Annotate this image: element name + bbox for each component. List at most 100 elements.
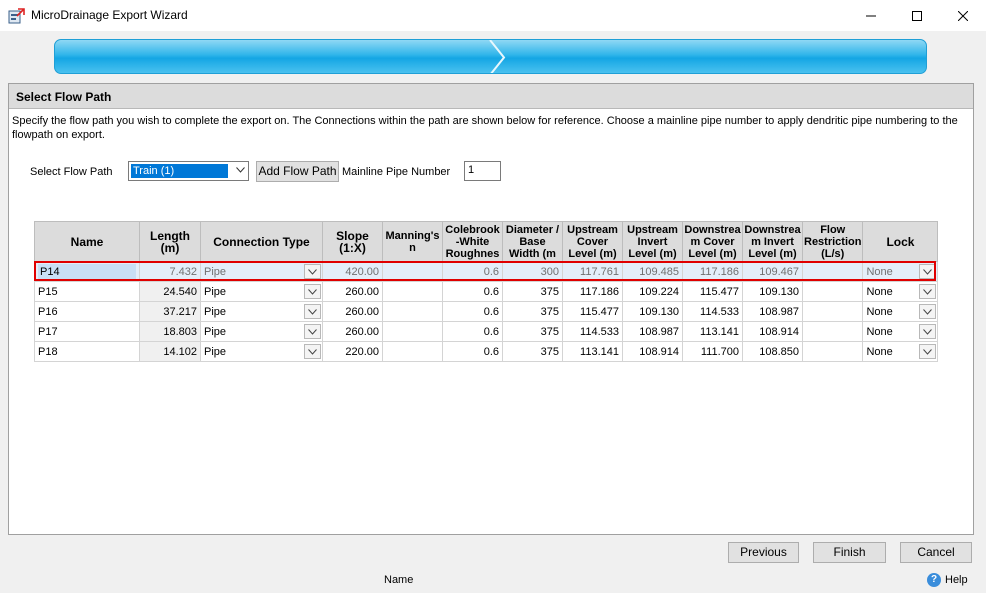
cell-colebrook[interactable]: 0.6 <box>442 301 503 322</box>
cell-name[interactable]: P16 <box>34 301 140 322</box>
chevron-down-icon <box>923 328 933 335</box>
close-button[interactable] <box>940 0 986 31</box>
cell-mannings[interactable] <box>382 281 443 302</box>
cell-connection-type[interactable]: Pipe <box>200 281 323 302</box>
cell-flow-restriction[interactable] <box>801 301 864 322</box>
minimize-button[interactable] <box>848 0 894 31</box>
cell-upstream-invert[interactable]: 108.987 <box>622 321 683 342</box>
add-flow-path-button[interactable]: Add Flow Path <box>256 161 339 182</box>
cell-upstream-cover[interactable]: 115.477 <box>562 301 623 322</box>
cell-downstream-invert[interactable]: 108.987 <box>742 301 803 322</box>
lock-dropdown[interactable] <box>919 264 937 279</box>
lock-dropdown[interactable] <box>919 304 937 319</box>
cell-connection-type[interactable]: Pipe <box>200 341 323 362</box>
cell-lock[interactable]: None <box>862 261 939 282</box>
connection-type-dropdown[interactable] <box>304 264 321 279</box>
cell-connection-type[interactable]: Pipe <box>200 321 323 342</box>
cell-slope[interactable]: 260.00 <box>322 281 383 302</box>
cell-downstream-invert[interactable]: 109.467 <box>742 261 803 282</box>
col-header-downstream-cover[interactable]: Downstrea m Cover Level (m) <box>682 221 743 262</box>
cell-flow-restriction[interactable] <box>801 341 864 362</box>
cell-upstream-cover[interactable]: 114.533 <box>562 321 623 342</box>
cell-connection-type[interactable]: Pipe <box>200 261 323 282</box>
table-row[interactable]: P16 37.217 Pipe 260.00 0.6 375 115.477 109.130 1… <box>34 301 939 322</box>
connection-type-dropdown[interactable] <box>304 324 321 339</box>
cell-name[interactable]: P17 <box>34 321 140 342</box>
col-header-name[interactable]: Name <box>34 221 140 262</box>
col-header-upstream-cover[interactable]: Upstream Cover Level (m) <box>562 221 623 262</box>
cell-colebrook[interactable]: 0.6 <box>442 261 503 282</box>
cell-connection-type[interactable]: Pipe <box>200 301 323 322</box>
help-link[interactable]: ? Help <box>927 573 968 587</box>
connection-type-dropdown[interactable] <box>304 304 321 319</box>
table-row[interactable]: P18 14.102 Pipe 220.00 0.6 375 113.141 108.914 1… <box>34 341 939 362</box>
lock-dropdown[interactable] <box>919 284 937 299</box>
cell-lock[interactable]: None <box>862 321 939 342</box>
cell-flow-restriction[interactable] <box>801 281 864 302</box>
cell-downstream-cover[interactable]: 111.700 <box>682 341 743 362</box>
cell-downstream-invert[interactable]: 109.130 <box>742 281 803 302</box>
cancel-button[interactable]: Cancel <box>900 542 972 563</box>
table-row[interactable]: P17 18.803 Pipe 260.00 0.6 375 114.533 108.987 1… <box>34 321 939 342</box>
cell-flow-restriction[interactable] <box>801 261 864 282</box>
cell-colebrook[interactable]: 0.6 <box>442 341 503 362</box>
cell-mannings[interactable] <box>382 261 443 282</box>
cell-diameter[interactable]: 300 <box>502 261 563 282</box>
cell-name[interactable]: P14 <box>34 261 140 282</box>
col-header-downstream-invert[interactable]: Downstrea m Invert Level (m) <box>742 221 803 262</box>
col-header-length[interactable]: Length (m) <box>139 221 201 262</box>
col-header-connection-type[interactable]: Connection Type <box>200 221 323 262</box>
cell-upstream-invert[interactable]: 109.485 <box>622 261 683 282</box>
cell-slope[interactable]: 260.00 <box>322 321 383 342</box>
cell-mannings[interactable] <box>382 341 443 362</box>
maximize-button[interactable] <box>894 0 940 31</box>
cell-name[interactable]: P18 <box>34 341 140 362</box>
lock-dropdown[interactable] <box>919 344 937 359</box>
table-row[interactable]: P14 7.432 Pipe 420.00 0.6 300 117.761 109.485 11… <box>34 261 939 282</box>
col-header-diameter[interactable]: Diameter / Base Width (m <box>502 221 563 262</box>
cell-upstream-cover[interactable]: 117.186 <box>562 281 623 302</box>
table-row[interactable]: P15 24.540 Pipe 260.00 0.6 375 117.186 109.224 1… <box>34 281 939 302</box>
cell-downstream-invert[interactable]: 108.850 <box>742 341 803 362</box>
cell-flow-restriction[interactable] <box>801 321 864 342</box>
cell-upstream-invert[interactable]: 108.914 <box>622 341 683 362</box>
cell-upstream-cover[interactable]: 113.141 <box>562 341 623 362</box>
cell-downstream-cover[interactable]: 115.477 <box>682 281 743 302</box>
cell-diameter[interactable]: 375 <box>502 301 563 322</box>
cell-downstream-cover[interactable]: 117.186 <box>682 261 743 282</box>
cell-name[interactable]: P15 <box>34 281 140 302</box>
cell-mannings[interactable] <box>382 321 443 342</box>
cell-slope[interactable]: 260.00 <box>322 301 383 322</box>
flow-path-select[interactable]: Train (1) <box>128 161 249 181</box>
cell-downstream-cover[interactable]: 113.141 <box>682 321 743 342</box>
col-header-upstream-invert[interactable]: Upstream Invert Level (m) <box>622 221 683 262</box>
cell-diameter[interactable]: 375 <box>502 341 563 362</box>
cell-slope[interactable]: 220.00 <box>322 341 383 362</box>
connection-type-dropdown[interactable] <box>304 344 321 359</box>
cell-upstream-invert[interactable]: 109.224 <box>622 281 683 302</box>
col-header-flow-restriction[interactable]: Flow Restriction (L/s) <box>801 221 864 262</box>
cell-downstream-invert[interactable]: 108.914 <box>742 321 803 342</box>
connection-type-dropdown[interactable] <box>304 284 321 299</box>
cell-lock[interactable]: None <box>862 281 939 302</box>
cell-lock[interactable]: None <box>862 341 939 362</box>
finish-button[interactable]: Finish <box>813 542 886 563</box>
col-header-mannings[interactable]: Manning's n <box>382 221 443 262</box>
col-header-lock[interactable]: Lock <box>862 221 939 262</box>
cell-upstream-invert[interactable]: 109.130 <box>622 301 683 322</box>
connection-type-value: Pipe <box>204 305 227 318</box>
cell-upstream-cover[interactable]: 117.761 <box>562 261 623 282</box>
cell-diameter[interactable]: 375 <box>502 281 563 302</box>
cell-downstream-cover[interactable]: 114.533 <box>682 301 743 322</box>
mainline-pipe-number-input[interactable]: 1 <box>464 161 501 181</box>
col-header-slope[interactable]: Slope (1:X) <box>322 221 383 262</box>
cell-colebrook[interactable]: 0.6 <box>442 321 503 342</box>
cell-slope[interactable]: 420.00 <box>322 261 383 282</box>
col-header-colebrook[interactable]: Colebrook -White Roughnes <box>442 221 503 262</box>
previous-button[interactable]: Previous <box>728 542 799 563</box>
cell-mannings[interactable] <box>382 301 443 322</box>
lock-dropdown[interactable] <box>919 324 937 339</box>
cell-diameter[interactable]: 375 <box>502 321 563 342</box>
cell-colebrook[interactable]: 0.6 <box>442 281 503 302</box>
cell-lock[interactable]: None <box>862 301 939 322</box>
